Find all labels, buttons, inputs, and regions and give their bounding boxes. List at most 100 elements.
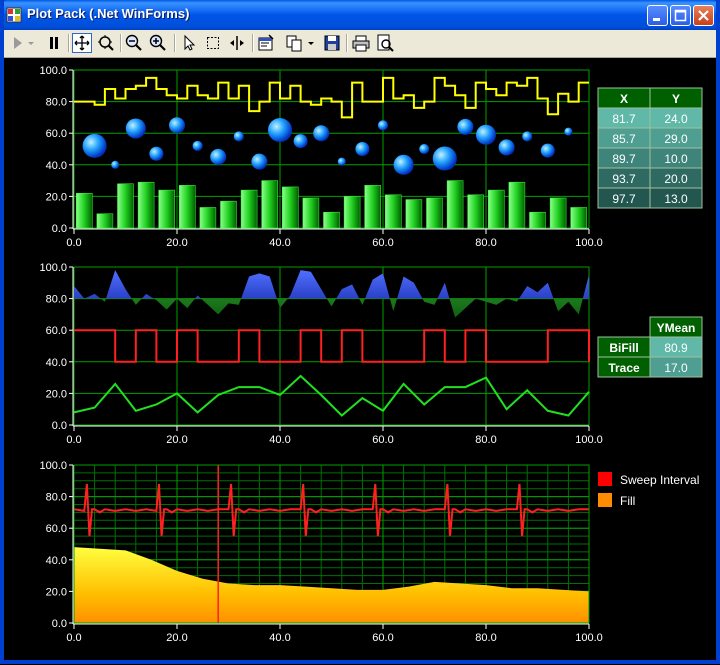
save-icon[interactable] xyxy=(322,33,342,53)
bar xyxy=(76,192,93,229)
print-preview-icon[interactable] xyxy=(375,33,395,53)
x-tick-label: 100.0 xyxy=(575,632,603,644)
bar xyxy=(364,185,381,229)
bubble xyxy=(82,133,107,158)
bar xyxy=(261,180,278,229)
y-tick-label: 80.0 xyxy=(46,294,67,306)
bar xyxy=(385,194,402,229)
y-tick-label: 0.0 xyxy=(52,420,67,432)
play-icon[interactable] xyxy=(8,33,28,53)
pause-icon[interactable] xyxy=(44,33,64,53)
table-header-label: X xyxy=(620,92,628,106)
table-cell-value: 93.7 xyxy=(612,172,636,186)
pan-icon[interactable] xyxy=(72,33,92,53)
x-tick-label: 60.0 xyxy=(372,632,393,644)
table-row-label: Trace xyxy=(608,361,640,375)
pointer-icon[interactable] xyxy=(179,33,199,53)
x-tick-label: 80.0 xyxy=(475,632,496,644)
select-box-icon[interactable] xyxy=(203,33,223,53)
bar xyxy=(282,186,299,229)
table-cell-value: 85.7 xyxy=(612,132,636,146)
charts-canvas[interactable]: 0.0 20.0 40.0 60.0 80.0 100.0 0.0 20.0 40.0 60.0 8… xyxy=(4,58,716,660)
bar xyxy=(199,207,217,229)
bubble xyxy=(393,154,414,175)
table-header-label: YMean xyxy=(657,321,696,335)
y-tick-label: 60.0 xyxy=(46,128,67,140)
table-cell-value: 29.0 xyxy=(664,132,688,146)
plot-area: 0.0 20.0 40.0 60.0 80.0 100.0 0.0 20.0 40.0 60.0 8… xyxy=(4,58,716,660)
x-tick-label: 60.0 xyxy=(372,434,393,446)
table-cell-value: 20.0 xyxy=(664,172,688,186)
chart-3-sweep-fill: 0.0 20.0 40.0 60.0 80.0 100.0 0.0 20.0 40.0 60.0 8… xyxy=(39,460,699,644)
fill-area xyxy=(74,547,589,623)
zoom-fit-icon[interactable] xyxy=(96,33,116,53)
bubble xyxy=(192,140,203,151)
bubble xyxy=(210,148,227,165)
x-tick-label: 0.0 xyxy=(66,237,81,249)
bubble xyxy=(432,146,457,171)
minimize-button[interactable] xyxy=(647,5,668,26)
trace-line xyxy=(73,374,590,417)
print-icon[interactable] xyxy=(351,33,371,53)
maximize-button[interactable] xyxy=(670,5,691,26)
zoom-out-icon[interactable] xyxy=(124,33,144,53)
y-tick-label: 0.0 xyxy=(52,223,67,235)
bar xyxy=(446,180,464,229)
y-tick-label: 100.0 xyxy=(39,262,67,274)
legend-swatch xyxy=(598,472,612,486)
bubble xyxy=(457,118,474,135)
toolbar-separator xyxy=(120,34,122,52)
x-tick-label: 100.0 xyxy=(575,237,603,249)
toolbar xyxy=(4,30,716,58)
dropdown-arrow-icon[interactable] xyxy=(26,33,38,53)
bar xyxy=(220,200,237,229)
application-window: Plot Pack (.Net WinForms) 0.0 20.0 40.0 … xyxy=(0,0,720,664)
x-tick-label: 20.0 xyxy=(166,434,187,446)
close-icon xyxy=(698,10,709,21)
y-tick-label: 40.0 xyxy=(46,160,67,172)
bubble xyxy=(251,153,268,170)
table-row-label: BiFill xyxy=(609,341,638,355)
bar xyxy=(96,213,114,229)
step-line-yellow xyxy=(74,76,589,119)
toolbar-separator xyxy=(174,34,176,52)
y-tick-label: 20.0 xyxy=(46,586,67,598)
table-cell-value: 97.7 xyxy=(612,192,636,206)
bubble xyxy=(498,139,515,156)
zoom-in-icon[interactable] xyxy=(148,33,168,53)
legend-label: Fill xyxy=(620,494,635,508)
bubble xyxy=(313,125,330,142)
bubble xyxy=(337,157,346,166)
y-tick-label: 40.0 xyxy=(46,357,67,369)
bar xyxy=(323,211,340,229)
close-button[interactable] xyxy=(693,5,714,26)
title-bar[interactable]: Plot Pack (.Net WinForms) xyxy=(0,0,720,30)
x-tick-label: 0.0 xyxy=(66,434,81,446)
table-cell-value: 81.7 xyxy=(612,112,636,126)
copy-icon[interactable] xyxy=(284,33,304,53)
bar xyxy=(467,194,484,229)
bar xyxy=(158,189,175,229)
x-tick-label: 80.0 xyxy=(475,434,496,446)
x-tick-label: 20.0 xyxy=(166,237,187,249)
x-tick-label: 40.0 xyxy=(269,434,290,446)
y-tick-label: 100.0 xyxy=(39,460,67,472)
table-cell-value: 13.0 xyxy=(664,192,688,206)
table-header-label: Y xyxy=(672,92,680,106)
y-tick-label: 60.0 xyxy=(46,325,67,337)
app-icon xyxy=(6,7,22,23)
chart-1-bar-bubble: 0.0 20.0 40.0 60.0 80.0 100.0 0.0 20.0 40.0 60.0 8… xyxy=(39,65,703,249)
bar xyxy=(117,183,134,229)
table-cell-value: 10.0 xyxy=(664,152,688,166)
y-tick-label: 20.0 xyxy=(46,388,67,400)
bar xyxy=(529,211,546,229)
maximize-icon xyxy=(674,9,687,22)
y-tick-label: 0.0 xyxy=(52,618,67,630)
bar xyxy=(240,189,258,229)
table-cell-value: 24.0 xyxy=(664,112,688,126)
properties-icon[interactable] xyxy=(256,33,276,53)
copy-dropdown-icon[interactable] xyxy=(306,33,318,53)
cursor-icon[interactable] xyxy=(227,33,247,53)
bubble xyxy=(293,134,308,149)
bubble xyxy=(169,117,185,134)
